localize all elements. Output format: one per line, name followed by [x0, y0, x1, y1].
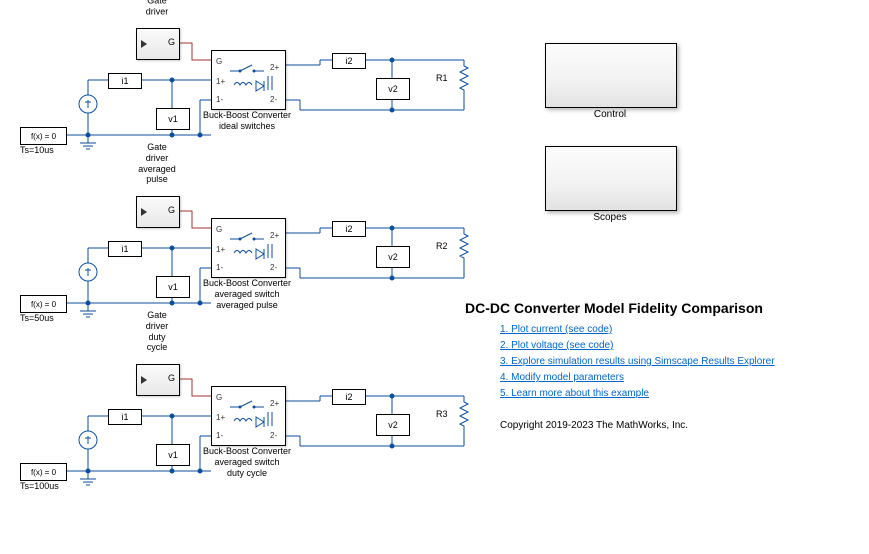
link-plot-current[interactable]: 1. Plot current (see code) — [500, 324, 612, 335]
control-panel-label: Control — [594, 109, 626, 120]
converter-block[interactable]: G1+1-2+2- — [211, 50, 286, 110]
arrow-icon — [141, 208, 147, 216]
i2-block[interactable]: i2 — [332, 53, 366, 69]
v2-block[interactable]: v2 — [376, 78, 410, 100]
v1-block[interactable]: v1 — [156, 444, 190, 466]
scopes-panel[interactable] — [545, 146, 677, 211]
converter-symbol-icon — [212, 219, 285, 277]
solver-block[interactable]: f(x) = 0 — [20, 295, 67, 313]
v2-block[interactable]: v2 — [376, 414, 410, 436]
converter-label: Buck-Boost Converter averaged switch ave… — [203, 278, 291, 310]
i1-block[interactable]: i1 — [108, 73, 142, 89]
solver-block[interactable]: f(x) = 0 — [20, 127, 67, 145]
gate-driver-block[interactable]: G — [136, 364, 180, 396]
solver-ts-label: Ts=50us — [20, 313, 54, 324]
i1-block[interactable]: i1 — [108, 409, 142, 425]
v1-block[interactable]: v1 — [156, 276, 190, 298]
gate-driver-block[interactable]: G — [136, 196, 180, 228]
gate-driver-inner-label: G — [168, 205, 175, 215]
gate-driver-block[interactable]: G — [136, 28, 180, 60]
resistor-label: R3 — [436, 409, 448, 420]
converter-symbol-icon — [212, 51, 285, 109]
scopes-panel-label: Scopes — [593, 212, 626, 223]
converter-block[interactable]: G1+1-2+2- — [211, 218, 286, 278]
i1-block[interactable]: i1 — [108, 241, 142, 257]
arrow-icon — [141, 40, 147, 48]
solver-block[interactable]: f(x) = 0 — [20, 463, 67, 481]
gate-driver-label: Gate driver averaged pulse — [138, 142, 176, 185]
link-explore-results[interactable]: 3. Explore simulation results using Sims… — [500, 356, 775, 367]
copyright-text: Copyright 2019-2023 The MathWorks, Inc. — [500, 420, 688, 431]
control-panel[interactable] — [545, 43, 677, 108]
solver-ts-label: Ts=100us — [20, 481, 59, 492]
link-modify-params[interactable]: 4. Modify model parameters — [500, 372, 624, 383]
converter-label: Buck-Boost Converter averaged switch dut… — [203, 446, 291, 478]
gate-driver-inner-label: G — [168, 373, 175, 383]
link-plot-voltage[interactable]: 2. Plot voltage (see code) — [500, 340, 613, 351]
gate-driver-inner-label: G — [168, 37, 175, 47]
i2-block[interactable]: i2 — [332, 221, 366, 237]
gate-driver-label: Gate driver duty cycle — [146, 310, 169, 353]
solver-ts-label: Ts=10us — [20, 145, 54, 156]
info-links: 1. Plot current (see code) 2. Plot volta… — [500, 322, 775, 402]
link-learn-more[interactable]: 5. Learn more about this example — [500, 388, 649, 399]
converter-block[interactable]: G1+1-2+2- — [211, 386, 286, 446]
gate-driver-label: Gate driver — [146, 0, 169, 17]
i2-block[interactable]: i2 — [332, 389, 366, 405]
resistor-label: R1 — [436, 73, 448, 84]
v1-block[interactable]: v1 — [156, 108, 190, 130]
converter-symbol-icon — [212, 387, 285, 445]
converter-label: Buck-Boost Converter ideal switches — [203, 110, 291, 132]
arrow-icon — [141, 376, 147, 384]
diagram-title: DC-DC Converter Model Fidelity Compariso… — [465, 300, 763, 316]
v2-block[interactable]: v2 — [376, 246, 410, 268]
resistor-label: R2 — [436, 241, 448, 252]
